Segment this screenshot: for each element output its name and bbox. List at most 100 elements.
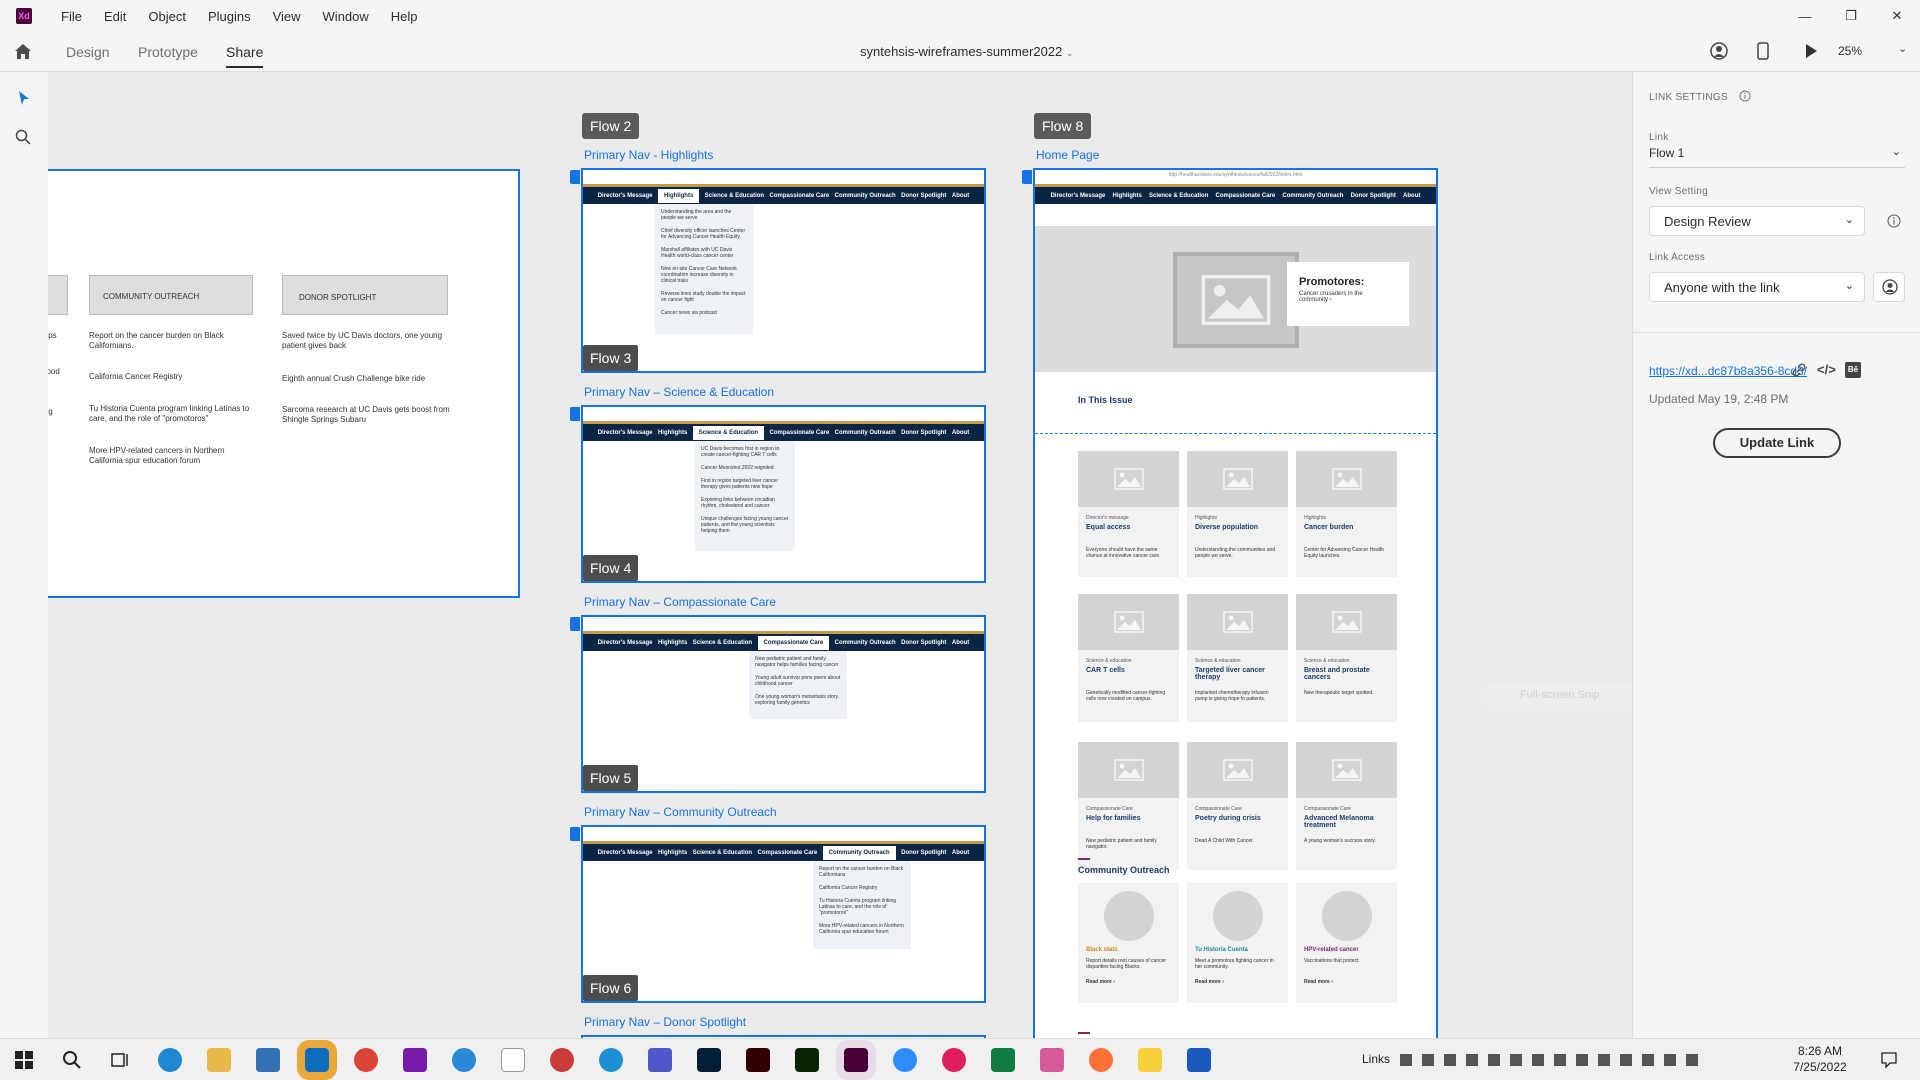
outreach-card[interactable]: HPV-related cancer Vaccinations that prot… [1296, 883, 1397, 1003]
flow-start-marker[interactable] [570, 617, 580, 631]
share-link-url[interactable]: https://xd...dc87b8a356-8cd3/ [1649, 364, 1807, 378]
artboard-label[interactable]: Home Page [1036, 148, 1099, 162]
menu-plugins[interactable]: Plugins [197, 9, 262, 24]
word-icon[interactable] [1187, 1048, 1211, 1072]
clock-time[interactable]: 8:26 AM [1790, 1044, 1850, 1058]
artboard-label[interactable]: Primary Nav – Compassionate Care [584, 595, 776, 609]
article-card[interactable]: Science & education CAR T cells Geneticall… [1078, 594, 1179, 722]
onenote-icon[interactable] [403, 1048, 427, 1072]
notifications-icon[interactable] [1880, 1051, 1898, 1069]
outreach-card[interactable]: Black stats Report details root causes of… [1078, 883, 1179, 1003]
article-card[interactable]: Director's message Equal access Everyone s… [1078, 451, 1179, 577]
menu-view[interactable]: View [262, 9, 312, 24]
artboard-community-outreach[interactable]: Director's Message Highlights Science & … [581, 825, 986, 1003]
system-tray-icons[interactable] [1400, 1054, 1700, 1066]
artboard-label[interactable]: Primary Nav - Highlights [584, 148, 713, 162]
task-view-icon[interactable] [108, 1048, 132, 1072]
artboard-label[interactable]: Primary Nav – Donor Spotlight [584, 1015, 746, 1029]
photoshop-icon[interactable] [697, 1048, 721, 1072]
artboard-science-education[interactable]: Director's Message Highlights Science & … [581, 405, 986, 583]
zoom-icon[interactable] [893, 1048, 917, 1072]
slack-icon[interactable] [942, 1048, 966, 1072]
chrome-icon[interactable] [354, 1048, 378, 1072]
vpn-icon[interactable] [256, 1048, 280, 1072]
article-card[interactable]: Highlights Cancer burden Center for Advanc… [1296, 451, 1397, 577]
article-card[interactable]: Compassionate Care Advanced Melanoma trea… [1296, 742, 1397, 870]
menu-file[interactable]: File [50, 9, 93, 24]
snipping-tool-icon[interactable] [1040, 1048, 1064, 1072]
invite-button[interactable] [1873, 272, 1905, 302]
read-more-link[interactable]: Read more › [1304, 979, 1390, 985]
outlook-icon[interactable] [297, 1040, 337, 1080]
artboard-home-page[interactable]: http://healthucdavis.edu/synthesis/issue… [1033, 168, 1438, 1038]
tab-prototype[interactable]: Prototype [138, 44, 198, 60]
excel-icon[interactable] [991, 1048, 1015, 1072]
edge-icon[interactable] [158, 1048, 182, 1072]
menu-object[interactable]: Object [137, 9, 197, 24]
user-icon[interactable] [1710, 42, 1728, 60]
links-toolbar[interactable]: Links [1362, 1052, 1390, 1066]
zoom-level[interactable]: 25% [1838, 44, 1862, 58]
info-icon[interactable] [1887, 214, 1901, 228]
zoom-chevron-icon[interactable]: ⌄ [1898, 42, 1907, 55]
article-card[interactable]: Compassionate Care Help for families New p… [1078, 742, 1179, 870]
flow-5-tag[interactable]: Flow 5 [583, 765, 639, 791]
app-icon[interactable] [550, 1048, 574, 1072]
artboard-compassionate-care[interactable]: Director's Message Highlights Science & … [581, 615, 986, 793]
dreamweaver-icon[interactable] [795, 1048, 819, 1072]
device-preview-icon[interactable] [1757, 42, 1769, 60]
read-more-link[interactable]: Read more › [1086, 979, 1172, 985]
flow-start-marker[interactable] [1022, 170, 1032, 184]
tab-design[interactable]: Design [66, 44, 110, 60]
artboard-label[interactable]: Primary Nav – Community Outreach [584, 805, 777, 819]
flow-2-badge[interactable]: Flow 2 [582, 113, 640, 139]
article-card[interactable]: Science & education Breast and prostate c… [1296, 594, 1397, 722]
select-tool-icon[interactable] [18, 90, 30, 106]
flow-start-marker[interactable] [570, 407, 580, 421]
canvas[interactable]: COMMUNITY OUTREACH DONOR SPOTLIGHT elps … [48, 72, 1632, 1038]
flow-3-tag[interactable]: Flow 3 [583, 345, 639, 371]
document-icon[interactable] [501, 1048, 525, 1072]
promo-card[interactable]: Promotores: Cancer crusaders in the comm… [1287, 262, 1409, 326]
copy-link-icon[interactable] [1791, 363, 1807, 377]
search-icon[interactable] [15, 129, 31, 145]
menu-edit[interactable]: Edit [93, 9, 137, 24]
flow-start-marker[interactable] [570, 170, 580, 184]
embed-code-icon[interactable]: </> [1817, 362, 1836, 377]
outreach-card[interactable]: Tu Historia Cuenta Meet a promotora fight… [1187, 883, 1288, 1003]
flow-6-tag[interactable]: Flow 6 [583, 975, 639, 1001]
behance-icon[interactable]: Bē [1845, 362, 1861, 378]
article-card[interactable]: Highlights Diverse population Understandin… [1187, 451, 1288, 577]
close-button[interactable]: ✕ [1874, 0, 1920, 32]
document-title[interactable]: syntehsis-wireframes-summer2022 ⌄ [860, 44, 1073, 59]
read-more-link[interactable]: Read more › [1195, 979, 1281, 985]
xd-icon[interactable] [836, 1040, 876, 1080]
artboard-highlights[interactable]: Director's Message Highlights Science & … [581, 168, 986, 373]
minimize-button[interactable]: — [1782, 0, 1828, 32]
artboard-flow-1[interactable]: COMMUNITY OUTREACH DONOR SPOTLIGHT elps … [48, 169, 520, 598]
link-access-select[interactable]: Anyone with the link ⌄ [1649, 272, 1865, 302]
article-card[interactable]: Science & education Targeted liver cancer… [1187, 594, 1288, 722]
update-link-button[interactable]: Update Link [1713, 428, 1841, 458]
firefox-icon[interactable] [1089, 1048, 1113, 1072]
home-icon[interactable] [14, 43, 32, 60]
illustrator-icon[interactable] [746, 1048, 770, 1072]
menu-help[interactable]: Help [380, 9, 429, 24]
chat-icon[interactable] [452, 1048, 476, 1072]
play-icon[interactable] [1804, 43, 1818, 59]
view-setting-select[interactable]: Design Review ⌄ [1649, 206, 1865, 236]
article-card[interactable]: Compassionate Care Poetry during crisis De… [1187, 742, 1288, 870]
windows-start-icon[interactable] [12, 1048, 36, 1072]
flow-start-marker[interactable] [570, 827, 580, 841]
teams-icon[interactable] [648, 1048, 672, 1072]
tab-share[interactable]: Share [226, 44, 264, 68]
artboard-label[interactable]: Primary Nav – Science & Education [584, 385, 774, 399]
ie-icon[interactable] [599, 1048, 623, 1072]
restore-button[interactable]: ❐ [1828, 0, 1874, 32]
flow-4-tag[interactable]: Flow 4 [583, 555, 639, 581]
file-explorer-icon[interactable] [207, 1048, 231, 1072]
flow-8-badge[interactable]: Flow 8 [1034, 113, 1092, 139]
link-select[interactable]: Flow 1 ⌄ [1649, 146, 1905, 168]
menu-window[interactable]: Window [312, 9, 380, 24]
sticky-notes-icon[interactable] [1138, 1048, 1162, 1072]
